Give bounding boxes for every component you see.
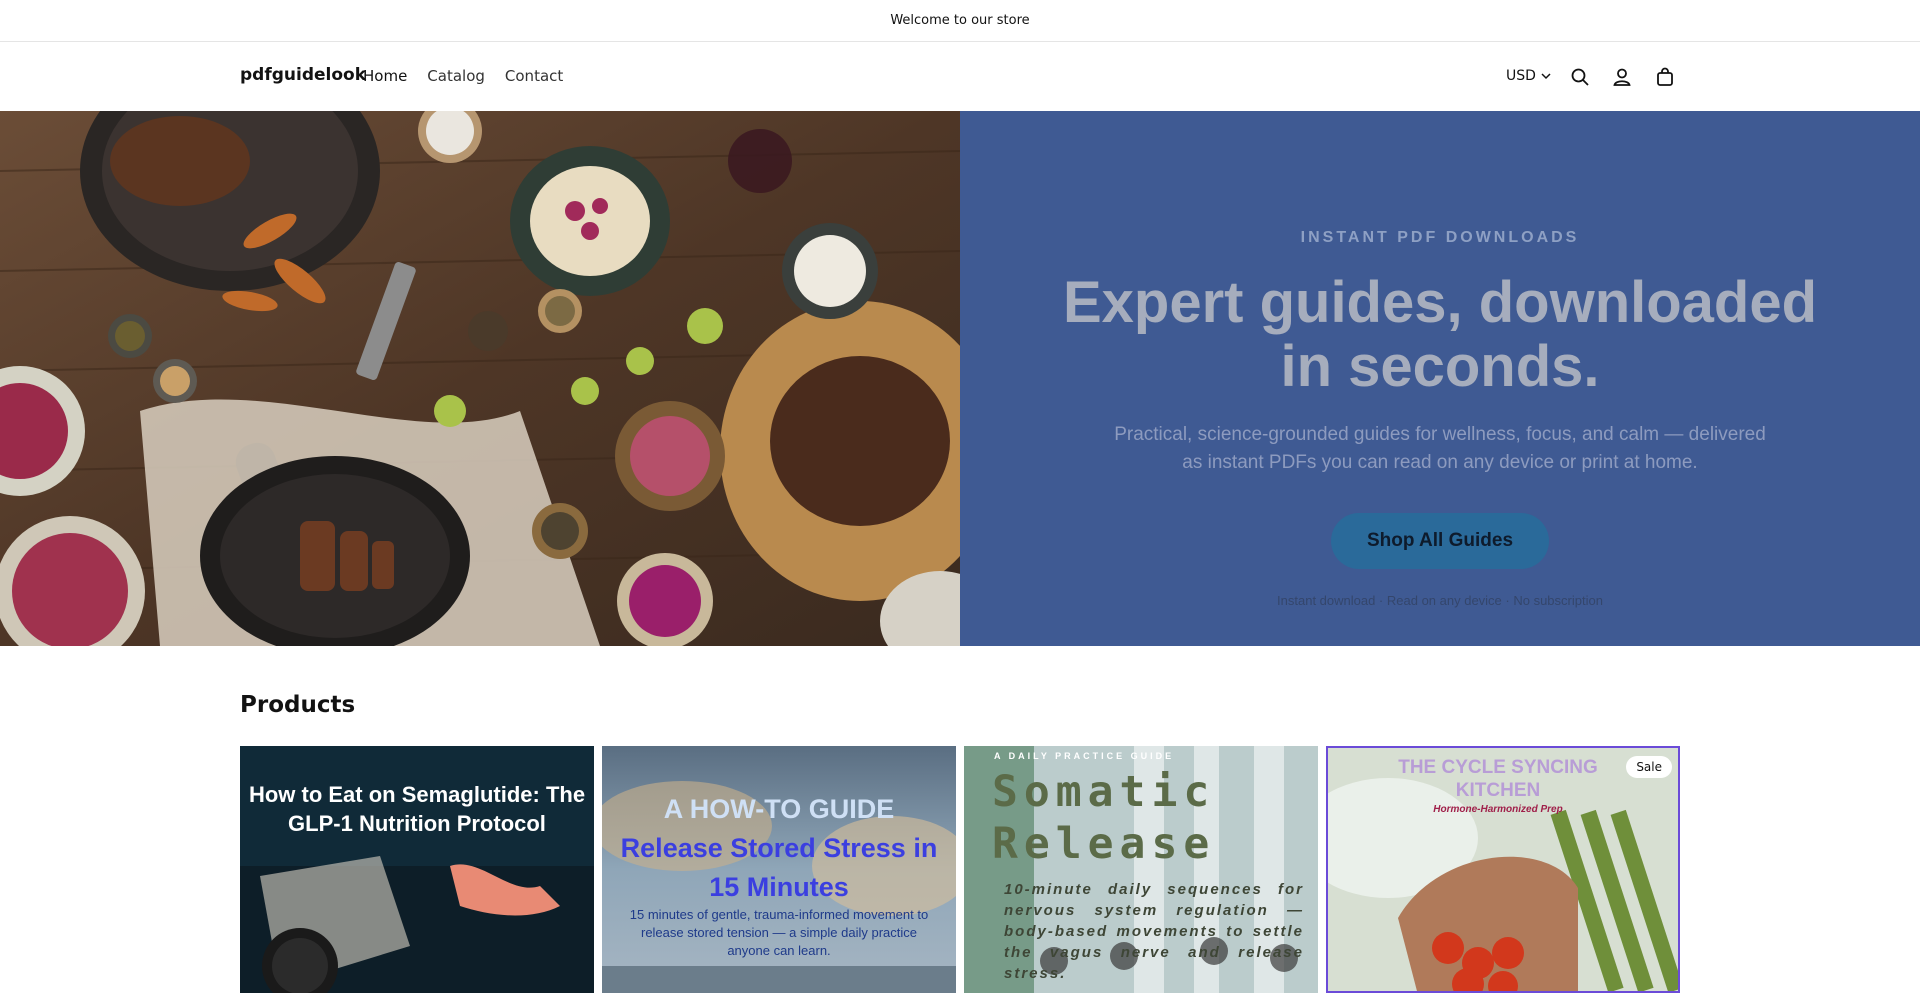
main-nav: Home Catalog Contact	[363, 67, 563, 85]
hero-headline: Expert guides, downloaded in seconds.	[1062, 270, 1818, 399]
product-card-2[interactable]: A HOW-TO GUIDE Release Stored Stress in …	[602, 746, 956, 993]
shop-all-guides-button[interactable]: Shop All Guides	[1331, 513, 1549, 569]
currency-selector[interactable]: USD	[1506, 68, 1552, 84]
hero-eyebrow: INSTANT PDF DOWNLOADS	[1300, 229, 1580, 246]
hero-trust-line: Instant download · Read on any device · …	[1277, 593, 1603, 608]
products-heading: Products	[240, 692, 356, 718]
product-card-1[interactable]: How to Eat on Semaglutide: The GLP-1 Nut…	[240, 746, 594, 993]
site-header: pdfguidelook Home Catalog Contact USD	[0, 43, 1920, 111]
product-title-3: Somatic Release	[992, 767, 1216, 869]
store-logo[interactable]: pdfguidelook	[240, 65, 366, 85]
announcement-bar: Welcome to our store	[0, 0, 1920, 42]
product-subtitle-3: 10-minute daily sequences for nervous sy…	[1004, 881, 1304, 982]
account-icon[interactable]	[1610, 65, 1634, 89]
product-card-4[interactable]: THE CYCLE SYNCING KITCHEN Hormone-Harmon…	[1326, 746, 1680, 993]
product-subtitle-4: Hormone-Harmonized Prep	[1433, 804, 1563, 815]
product-title-2-part2: Release Stored Stress in 15 Minutes	[620, 833, 938, 902]
announcement-text: Welcome to our store	[890, 13, 1030, 28]
product-title-4: THE CYCLE SYNCING KITCHEN	[1398, 757, 1598, 801]
sale-badge: Sale	[1626, 756, 1672, 778]
currency-label: USD	[1506, 68, 1536, 84]
chevron-down-icon	[1541, 73, 1551, 80]
product-kicker-3: A DAILY PRACTICE GUIDE	[994, 751, 1175, 761]
hero-subtext: Practical, science-grounded guides for w…	[1114, 424, 1766, 473]
nav-home[interactable]: Home	[363, 67, 407, 85]
product-title-2-part1: A HOW-TO GUIDE	[663, 794, 895, 824]
search-icon[interactable]	[1568, 65, 1592, 89]
product-subtitle-2: 15 minutes of gentle, trauma-informed mo…	[629, 907, 929, 958]
hero-food-image	[0, 111, 960, 646]
nav-contact[interactable]: Contact	[505, 67, 563, 85]
product-card-3[interactable]: A DAILY PRACTICE GUIDE Somatic Release 1…	[964, 746, 1318, 993]
product-title-2: A HOW-TO GUIDE Release Stored Stress in …	[608, 790, 950, 907]
product-title-1: How to Eat on Semaglutide: The GLP-1 Nut…	[248, 782, 586, 836]
hero-text-panel: INSTANT PDF DOWNLOADS Expert guides, dow…	[960, 111, 1920, 646]
cart-icon[interactable]	[1653, 65, 1677, 89]
hero-banner: INSTANT PDF DOWNLOADS Expert guides, dow…	[0, 111, 1920, 646]
nav-catalog[interactable]: Catalog	[427, 67, 485, 85]
